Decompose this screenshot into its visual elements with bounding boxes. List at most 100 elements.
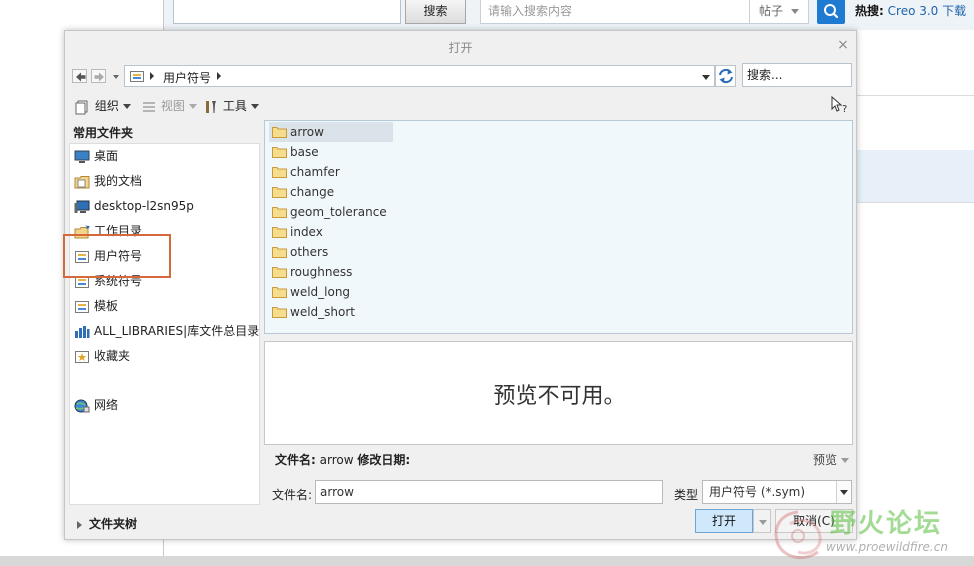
folder-tree-toggle[interactable]: 文件夹树 [77, 515, 137, 532]
sidebar-item-templates[interactable]: 模板 [74, 296, 118, 316]
sidebar-item-label: desktop-l2sn95p [94, 199, 194, 213]
watermark-text: 野火论坛 [830, 509, 943, 539]
sidebar-item-network[interactable]: 网络 [74, 395, 118, 415]
hot-search-link[interactable]: Creo 3.0 下载 [888, 4, 967, 18]
tools-icon [206, 100, 216, 113]
list-item[interactable]: change [269, 182, 334, 202]
organize-icon [75, 100, 88, 114]
hot-search-label: 热搜: [855, 4, 884, 18]
sidebar-item-desktop[interactable]: 桌面 [74, 146, 118, 166]
preview-toggle-label: 预览 [813, 453, 838, 467]
list-item[interactable]: index [269, 222, 323, 242]
chevron-down-icon [836, 481, 851, 503]
open-file-dialog: 打开 × 用户符号 搜索... 组织 视图 工具 ? 常用文件夹 桌面 我的文档… [63, 30, 857, 540]
page-search-button[interactable]: 搜索 [405, 0, 466, 24]
list-item[interactable]: arrow [269, 122, 393, 142]
file-info-row: 文件名: arrow 修改日期: [275, 451, 410, 468]
folder-icon [75, 300, 89, 313]
path-bar[interactable]: 用户符号 [124, 65, 715, 87]
file-type-value: 用户符号 (*.sym) [709, 485, 806, 499]
list-item[interactable]: weld_short [269, 302, 355, 322]
expand-triangle-icon [77, 520, 82, 529]
help-pointer-icon: ? [831, 95, 847, 115]
folder-icon [272, 147, 287, 158]
folder-tree-label: 文件夹树 [89, 517, 138, 531]
computer-icon [74, 200, 90, 213]
folder-icon [272, 287, 287, 298]
annotation-highlight-box [63, 234, 171, 278]
chevron-down-icon[interactable] [702, 75, 710, 80]
view-label: 视图 [160, 99, 185, 113]
tools-label: 工具 [222, 99, 247, 113]
tools-menu[interactable]: 工具 [203, 97, 259, 115]
filename-input[interactable]: arrow [315, 480, 663, 504]
refresh-icon [719, 68, 733, 84]
history-dropdown-icon[interactable] [113, 75, 119, 79]
info-filename-value: arrow [319, 453, 354, 467]
list-item[interactable]: base [269, 142, 319, 162]
file-name: roughness [290, 265, 353, 279]
list-item[interactable]: chamfer [269, 162, 340, 182]
file-list: arrow base chamfer change geom_tolerance… [264, 120, 853, 334]
documents-icon [74, 175, 90, 188]
chevron-down-icon [791, 9, 799, 14]
arrow-right-icon [94, 72, 104, 82]
file-name: base [290, 145, 319, 159]
sidebar-item-label: 收藏夹 [94, 349, 131, 363]
chevron-right-icon [217, 72, 221, 80]
folder-icon [272, 207, 287, 218]
filename-label: 文件名: [272, 488, 313, 502]
file-name: arrow [290, 125, 324, 139]
watermark-url: www.proewildfire.cn [826, 540, 948, 554]
list-item[interactable]: weld_long [269, 282, 350, 302]
page-search-field[interactable]: 请输入搜索内容 [480, 0, 750, 24]
page-post-select[interactable]: 帖子 [749, 0, 809, 24]
preview-toggle[interactable]: 预览 [813, 451, 850, 468]
list-item[interactable]: roughness [269, 262, 352, 282]
desktop-icon [74, 150, 90, 163]
file-name: weld_short [290, 305, 355, 319]
organize-menu[interactable]: 组织 [75, 97, 131, 115]
view-menu[interactable]: 视图 [141, 97, 197, 115]
post-select-value: 帖子 [759, 4, 784, 18]
back-button[interactable] [72, 69, 87, 83]
page-text-input[interactable] [173, 0, 401, 24]
folder-icon [130, 71, 144, 82]
page-search-icon-button[interactable] [817, 0, 845, 24]
favorites-panel: 桌面 我的文档 desktop-l2sn95p 工作目录 用户符号 系统符号 模… [69, 143, 260, 505]
dialog-search-input[interactable]: 搜索... [742, 63, 852, 87]
organize-label: 组织 [94, 99, 119, 113]
file-type-select[interactable]: 用户符号 (*.sym) [702, 480, 852, 504]
folder-icon [272, 307, 287, 318]
favorites-heading: 常用文件夹 [73, 126, 134, 140]
folder-icon [272, 267, 287, 278]
list-item[interactable]: others [269, 242, 328, 262]
chevron-down-icon [122, 104, 131, 109]
sidebar-item-computer[interactable]: desktop-l2sn95p [74, 196, 194, 216]
sidebar-item-label: ALL_LIBRARIES|库文件总目录 [94, 324, 260, 338]
search-icon [824, 4, 839, 19]
folder-icon [272, 127, 287, 138]
preview-pane: 预览不可用。 [264, 341, 853, 445]
sidebar-item-all-libraries[interactable]: ALL_LIBRARIES|库文件总目录 [74, 321, 259, 341]
forward-button[interactable] [91, 69, 106, 83]
folder-icon [272, 227, 287, 238]
svg-text:?: ? [842, 104, 847, 114]
folder-icon [272, 187, 287, 198]
folder-icon [272, 247, 287, 258]
file-name: change [290, 185, 335, 199]
refresh-button[interactable] [715, 65, 736, 87]
chevron-right-icon [150, 72, 154, 80]
hot-search: 热搜: Creo 3.0 下载 [855, 3, 966, 19]
preview-message: 预览不可用。 [493, 384, 626, 409]
help-button[interactable]: ? [830, 95, 850, 115]
open-button[interactable]: 打开 [695, 509, 753, 533]
close-icon[interactable]: × [836, 38, 850, 52]
path-segment[interactable]: 用户符号 [163, 69, 211, 86]
sidebar-item-documents[interactable]: 我的文档 [74, 171, 142, 191]
arrow-left-icon [76, 72, 86, 82]
sidebar-item-favorites[interactable]: 收藏夹 [74, 346, 130, 366]
type-label: 类型 [674, 488, 699, 502]
list-item[interactable]: geom_tolerance [269, 202, 387, 222]
info-modified-label: 修改日期: [357, 453, 411, 467]
